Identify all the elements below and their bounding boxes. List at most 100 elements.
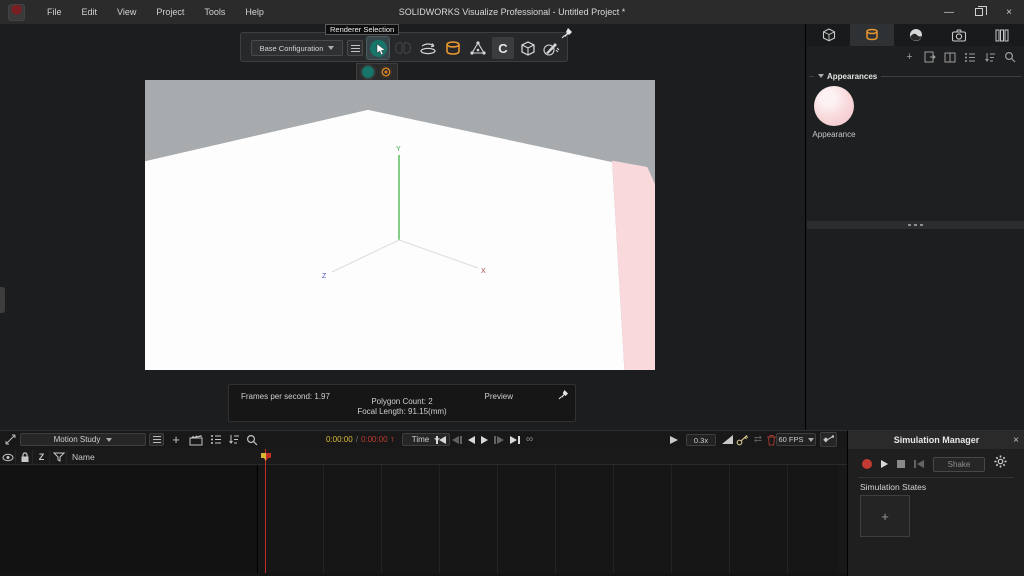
- panel-splitter[interactable]: [807, 221, 1024, 229]
- tab-models[interactable]: [807, 24, 850, 46]
- render-stats-overlay: Frames per second: 1.97 Preview Polygon …: [228, 384, 576, 422]
- menu-file[interactable]: File: [37, 0, 72, 24]
- next-frame-button[interactable]: [494, 434, 504, 445]
- pivot-pyramid-icon[interactable]: [467, 37, 489, 59]
- appearances-section-header[interactable]: Appearances: [807, 70, 1024, 82]
- lock-icon[interactable]: [17, 450, 33, 464]
- playhead-marker[interactable]: [260, 449, 272, 467]
- accurate-renderer-icon[interactable]: [380, 66, 392, 78]
- list-view-button[interactable]: [963, 51, 976, 64]
- renderer-options-popup: [356, 63, 398, 81]
- add-keyframe-button[interactable]: +: [168, 432, 184, 447]
- render-tools-icon[interactable]: [540, 37, 562, 59]
- render-animation-icon[interactable]: [188, 432, 204, 447]
- axis-y-label: Y: [396, 146, 401, 153]
- denoiser-brain-icon[interactable]: [392, 37, 414, 59]
- import-button[interactable]: [923, 51, 936, 64]
- play-reverse-button[interactable]: [468, 434, 475, 445]
- sort-button[interactable]: [983, 51, 996, 64]
- tab-environments[interactable]: [894, 24, 937, 46]
- previous-frame-button[interactable]: [452, 434, 462, 445]
- record-button[interactable]: [862, 459, 872, 469]
- go-to-start-button[interactable]: [436, 434, 446, 445]
- search-icon[interactable]: [1003, 51, 1016, 64]
- configuration-select[interactable]: Base Configuration: [251, 40, 343, 56]
- total-time-flag: T: [391, 438, 395, 444]
- track-name-column[interactable]: [0, 465, 258, 573]
- sim-settings-gear-icon[interactable]: [994, 455, 1007, 473]
- split-view-button[interactable]: [943, 51, 956, 64]
- pin-icon[interactable]: [561, 26, 573, 44]
- tab-libraries[interactable]: [981, 24, 1024, 46]
- motion-study-value: Motion Study: [54, 435, 101, 444]
- track-list-icon[interactable]: [208, 432, 224, 447]
- preview-renderer-icon[interactable]: [362, 66, 374, 78]
- add-appearance-button[interactable]: +: [903, 51, 916, 64]
- name-column-header: Name: [72, 452, 95, 462]
- search-tracks-icon[interactable]: [244, 432, 260, 447]
- axis-x-label: X: [481, 268, 486, 275]
- stats-pin-icon[interactable]: [558, 389, 569, 402]
- track-grid[interactable]: [258, 465, 838, 573]
- speed-input[interactable]: 0.3x: [686, 434, 716, 446]
- renderer-selection-button[interactable]: [367, 37, 389, 59]
- close-button[interactable]: ×: [994, 0, 1024, 24]
- chevron-down-icon: [808, 438, 814, 442]
- chevron-down-icon: [106, 438, 112, 442]
- sim-stop-button[interactable]: [897, 460, 905, 468]
- playback-speed-icon[interactable]: [670, 436, 678, 444]
- curve-z-icon[interactable]: Z: [34, 450, 50, 464]
- menu-tools[interactable]: Tools: [194, 0, 235, 24]
- chevron-down-icon: [328, 46, 334, 50]
- tab-appearances[interactable]: [850, 24, 893, 46]
- menu-bar: FileEditViewProjectToolsHelp: [37, 0, 274, 24]
- turntable-icon[interactable]: [417, 37, 439, 59]
- sim-play-button[interactable]: [881, 460, 888, 468]
- motion-study-select[interactable]: Motion Study: [20, 433, 146, 446]
- renderer-selection-tooltip: Renderer Selection: [325, 24, 399, 35]
- focal-length: Focal Length: 91.15(mm): [229, 407, 575, 416]
- restore-button[interactable]: [964, 0, 994, 24]
- title-bar: FileEditViewProjectToolsHelp SOLIDWORKS …: [0, 0, 1024, 24]
- menu-edit[interactable]: Edit: [72, 0, 108, 24]
- simulation-manager-header: Simulation Manager ×: [848, 431, 1024, 449]
- left-panel-handle[interactable]: [0, 287, 5, 313]
- menu-help[interactable]: Help: [235, 0, 274, 24]
- shake-button[interactable]: Shake: [933, 457, 985, 472]
- loop-c-icon: C: [498, 41, 507, 56]
- palette-toolbar: +: [807, 46, 1024, 68]
- loop-toggle[interactable]: ∞: [526, 434, 533, 445]
- fps-select[interactable]: 60 FPS: [776, 433, 816, 446]
- ramp-icon[interactable]: [722, 435, 733, 444]
- appearance-bucket-icon[interactable]: [442, 37, 464, 59]
- simulation-close-button[interactable]: ×: [1007, 435, 1024, 446]
- tab-cameras[interactable]: [937, 24, 980, 46]
- motion-study-menu-button[interactable]: [149, 433, 164, 446]
- play-button[interactable]: [481, 434, 488, 445]
- simulation-manager-panel: Simulation Manager × Shake Simulation St…: [847, 430, 1024, 576]
- viewport-toolbar: Base Configuration: [240, 32, 568, 62]
- palette-tabs: [807, 24, 1024, 46]
- configuration-menu-button[interactable]: [347, 40, 363, 56]
- sort-tracks-icon[interactable]: [226, 432, 242, 447]
- restore-icon: [975, 8, 983, 16]
- menu-view[interactable]: View: [107, 0, 146, 24]
- go-to-end-button[interactable]: [510, 434, 520, 445]
- sim-rewind-button[interactable]: [914, 459, 924, 470]
- axis-gizmo: Y X Z: [145, 80, 655, 370]
- model-box-icon[interactable]: [517, 37, 539, 59]
- viewport-area: Base Configuration: [0, 24, 806, 430]
- playhead-line[interactable]: [265, 449, 266, 573]
- minimize-button[interactable]: —: [934, 0, 964, 24]
- appearance-item[interactable]: Appearance: [811, 86, 857, 139]
- divider: [858, 477, 1014, 478]
- filter-animation-icon[interactable]: [51, 450, 67, 464]
- autokey-key-icon[interactable]: [734, 432, 750, 447]
- keyframe-options-button[interactable]: [820, 432, 837, 447]
- 3d-viewport[interactable]: Y X Z: [145, 80, 655, 370]
- turntable-loop-button[interactable]: C: [492, 37, 514, 59]
- menu-project[interactable]: Project: [146, 0, 194, 24]
- fit-timeline-icon[interactable]: [2, 432, 18, 447]
- add-simulation-state-button[interactable]: +: [860, 495, 910, 537]
- visibility-eye-icon[interactable]: [0, 450, 16, 464]
